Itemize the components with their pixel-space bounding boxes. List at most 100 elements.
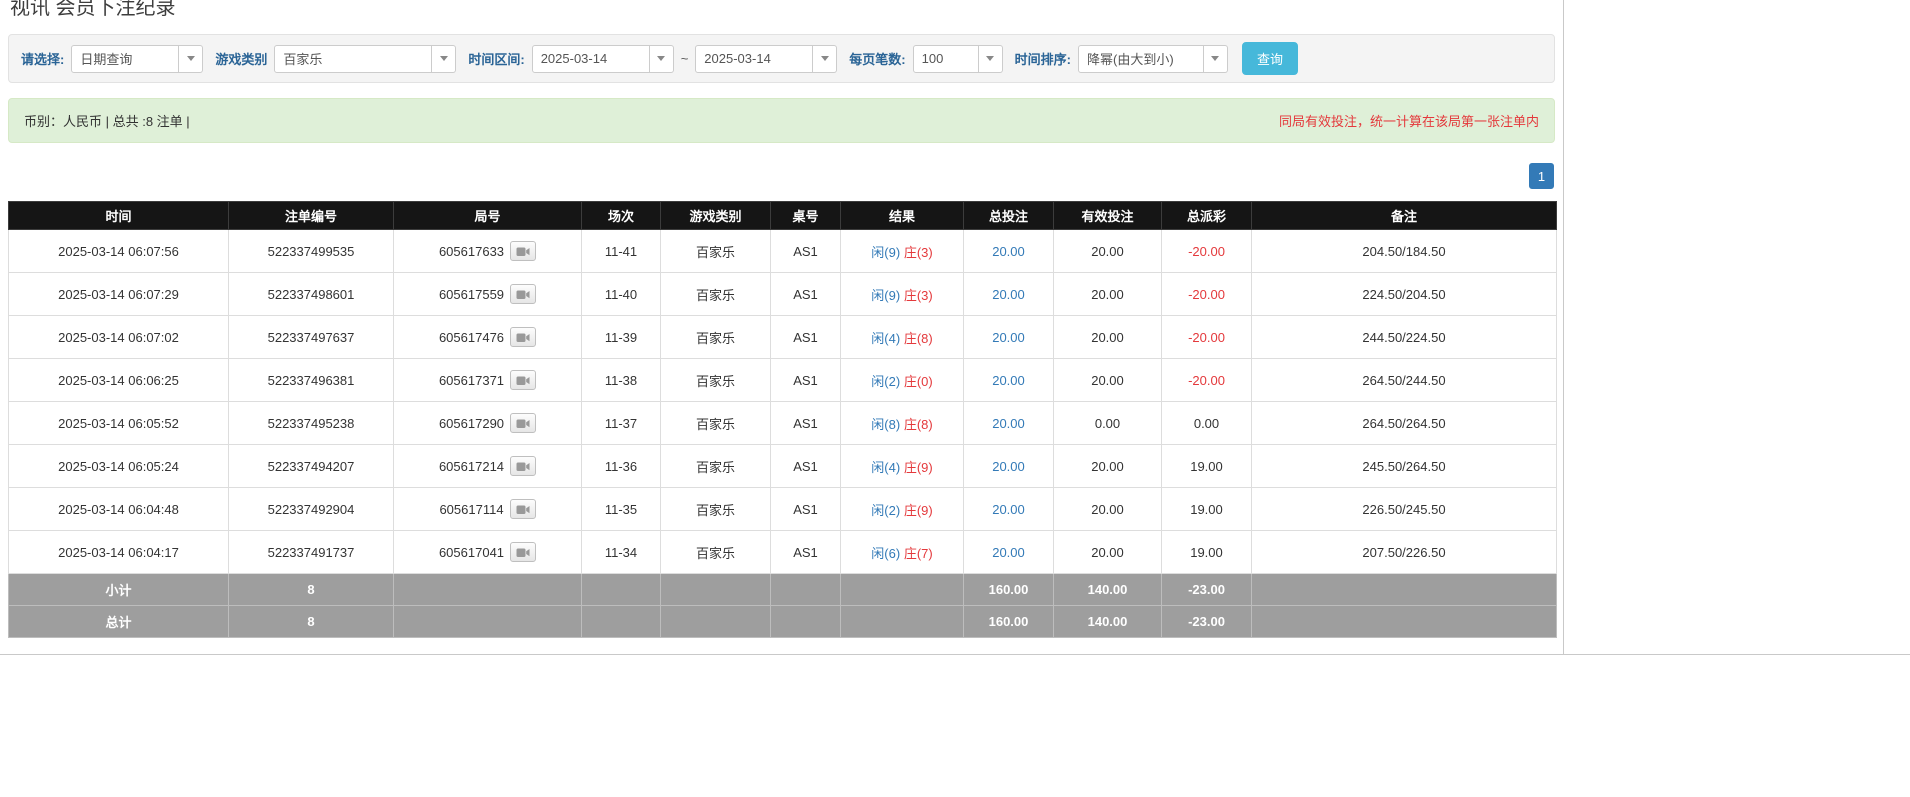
caret-down-icon [657, 56, 665, 61]
total-bet-cell: 20.00 [964, 230, 1054, 273]
game-type-input[interactable] [274, 45, 432, 73]
result-player: 闲(2) [871, 503, 900, 518]
date-from-input[interactable] [532, 45, 650, 73]
payout: 19.00 [1162, 531, 1252, 574]
page-size-input[interactable] [913, 45, 979, 73]
valid-bet: 20.00 [1054, 273, 1162, 316]
round-cell: 605617633 [394, 230, 582, 273]
total-bet-link[interactable]: 20.00 [992, 287, 1025, 302]
result-cell: 闲(4) 庄(8) [841, 316, 964, 359]
caret-down-icon[interactable] [979, 45, 1003, 73]
date-to-input[interactable] [695, 45, 813, 73]
session: 11-36 [582, 445, 661, 488]
bet-id: 522337496381 [229, 359, 394, 402]
caret-down-icon[interactable] [179, 45, 203, 73]
video-replay-icon[interactable] [510, 370, 536, 390]
sort-order-input[interactable] [1078, 45, 1204, 73]
payout: -20.00 [1162, 359, 1252, 402]
page-button-1[interactable]: 1 [1529, 163, 1554, 189]
session: 11-38 [582, 359, 661, 402]
payout: 19.00 [1162, 488, 1252, 531]
query-type-input[interactable] [71, 45, 179, 73]
valid-bet: 20.00 [1054, 488, 1162, 531]
caret-down-icon[interactable] [432, 45, 456, 73]
video-replay-icon[interactable] [510, 456, 536, 476]
total-bet-link[interactable]: 20.00 [992, 502, 1025, 517]
result-banker: 庄(9) [904, 460, 933, 475]
pagination: 1 [9, 163, 1554, 189]
bet-time: 2025-03-14 06:05:52 [9, 402, 229, 445]
caret-down-icon[interactable] [813, 45, 837, 73]
round-id: 605617633 [439, 244, 504, 259]
table-number: AS1 [771, 402, 841, 445]
result-player: 闲(9) [871, 288, 900, 303]
video-replay-icon[interactable] [510, 327, 536, 347]
filter-bar: 请选择: 游戏类别 时间区间: ~ 每页笔数: 时间排序: [8, 34, 1555, 83]
game-type: 百家乐 [661, 316, 771, 359]
result-player: 闲(4) [871, 460, 900, 475]
frame-bottom-border [0, 654, 1910, 655]
total-total-bet: 160.00 [964, 606, 1054, 638]
video-replay-icon[interactable] [510, 499, 536, 519]
valid-bet-notice: 同局有效投注，统一计算在该局第一张注单内 [1279, 111, 1539, 130]
total-bet-link[interactable]: 20.00 [992, 330, 1025, 345]
search-button[interactable]: 查询 [1242, 42, 1298, 75]
result-cell: 闲(2) 庄(9) [841, 488, 964, 531]
video-replay-icon[interactable] [510, 284, 536, 304]
bet-time: 2025-03-14 06:07:29 [9, 273, 229, 316]
session: 11-37 [582, 402, 661, 445]
game-type-combobox [274, 45, 456, 73]
subtotal-valid-bet: 140.00 [1054, 574, 1162, 606]
total-bet-cell: 20.00 [964, 316, 1054, 359]
col-header-total-bet: 总投注 [964, 202, 1054, 230]
result-player: 闲(8) [871, 417, 900, 432]
round-id: 605617290 [439, 416, 504, 431]
remark: 207.50/226.50 [1252, 531, 1557, 574]
total-bet-link[interactable]: 20.00 [992, 459, 1025, 474]
payout: -20.00 [1162, 230, 1252, 273]
caret-down-icon[interactable] [650, 45, 674, 73]
total-row: 总计 8 160.00 140.00 -23.00 [9, 606, 1557, 638]
sort-order-label: 时间排序: [1015, 49, 1071, 68]
game-type: 百家乐 [661, 488, 771, 531]
total-bet-link[interactable]: 20.00 [992, 373, 1025, 388]
table-number: AS1 [771, 359, 841, 402]
round-id: 605617559 [439, 287, 504, 302]
video-replay-icon[interactable] [510, 413, 536, 433]
result-banker: 庄(3) [904, 288, 933, 303]
table-number: AS1 [771, 445, 841, 488]
bet-id: 522337499535 [229, 230, 394, 273]
video-replay-icon[interactable] [510, 542, 536, 562]
caret-down-icon [1211, 56, 1219, 61]
round-cell: 605617559 [394, 273, 582, 316]
bet-time: 2025-03-14 06:07:56 [9, 230, 229, 273]
caret-down-icon [986, 56, 994, 61]
result-banker: 庄(9) [904, 503, 933, 518]
result-cell: 闲(6) 庄(7) [841, 531, 964, 574]
bet-time: 2025-03-14 06:05:24 [9, 445, 229, 488]
table-number: AS1 [771, 230, 841, 273]
currency-total-text: 币别：人民币 | 总共 :8 注单 | [24, 111, 190, 130]
subtotal-payout: -23.00 [1162, 574, 1252, 606]
remark: 244.50/224.50 [1252, 316, 1557, 359]
caret-down-icon[interactable] [1204, 45, 1228, 73]
round-id: 605617041 [439, 545, 504, 560]
session: 11-39 [582, 316, 661, 359]
session: 11-34 [582, 531, 661, 574]
remark: 245.50/264.50 [1252, 445, 1557, 488]
total-bet-link[interactable]: 20.00 [992, 545, 1025, 560]
total-bet-cell: 20.00 [964, 359, 1054, 402]
subtotal-total-bet: 160.00 [964, 574, 1054, 606]
result-player: 闲(9) [871, 245, 900, 260]
game-type-label: 游戏类别 [215, 49, 267, 68]
total-valid-bet: 140.00 [1054, 606, 1162, 638]
session: 11-35 [582, 488, 661, 531]
total-bet-cell: 20.00 [964, 445, 1054, 488]
total-bet-link[interactable]: 20.00 [992, 244, 1025, 259]
video-replay-icon[interactable] [510, 241, 536, 261]
bet-time: 2025-03-14 06:07:02 [9, 316, 229, 359]
bet-records-table: 时间 注单编号 局号 场次 游戏类别 桌号 结果 总投注 有效投注 总派彩 备注… [8, 201, 1557, 638]
bet-id: 522337494207 [229, 445, 394, 488]
total-bet-link[interactable]: 20.00 [992, 416, 1025, 431]
table-row: 2025-03-14 06:05:52522337495238605617290… [9, 402, 1557, 445]
